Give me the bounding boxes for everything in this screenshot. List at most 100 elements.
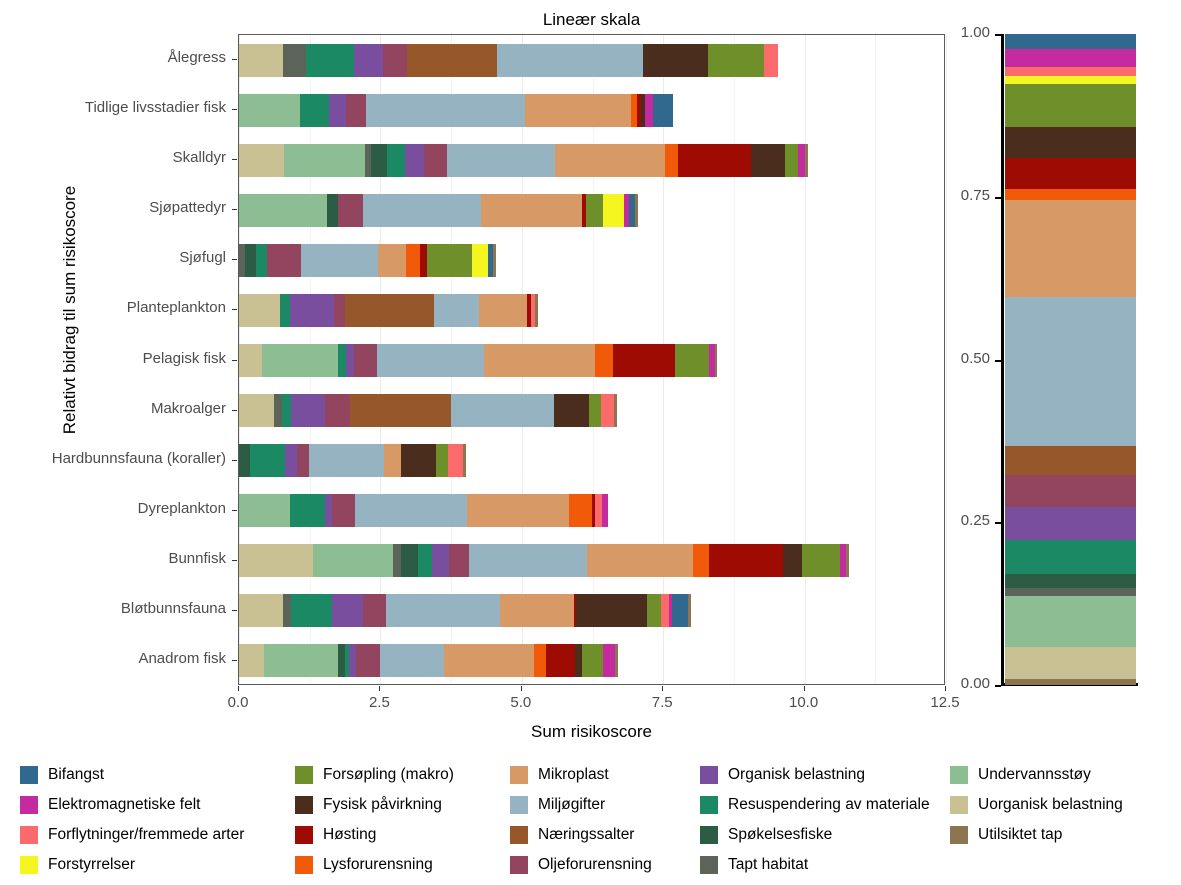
- legend-item[interactable]: Oljeforurensning: [510, 850, 700, 880]
- bar-segment[interactable]: [239, 193, 328, 227]
- legend-item[interactable]: Forflytninger/fremmede arter: [20, 820, 295, 850]
- legend-item[interactable]: Tapt habitat: [700, 850, 950, 880]
- bar-segment[interactable]: [350, 394, 452, 428]
- bar-segment[interactable]: [239, 494, 290, 528]
- bar-segment[interactable]: [349, 644, 357, 678]
- relative-stack-segment[interactable]: [1005, 126, 1136, 158]
- bar-segment[interactable]: [420, 243, 428, 277]
- legend-item[interactable]: Uorganisk belastning: [950, 790, 1165, 820]
- bar-segment[interactable]: [484, 343, 595, 378]
- bar-segment[interactable]: [356, 644, 380, 678]
- stacked-bar-row[interactable]: [239, 193, 944, 227]
- bar-segment[interactable]: [525, 93, 632, 127]
- bar-segment[interactable]: [714, 343, 718, 378]
- bar-segment[interactable]: [250, 444, 286, 478]
- bar-segment[interactable]: [601, 394, 614, 428]
- stacked-bar-row[interactable]: [239, 644, 944, 678]
- bar-segment[interactable]: [595, 494, 603, 528]
- bar-segment[interactable]: [363, 193, 482, 227]
- legend-item[interactable]: Mikroplast: [510, 760, 700, 790]
- bar-segment[interactable]: [447, 143, 555, 177]
- bar-segment[interactable]: [602, 494, 608, 528]
- bar-segment[interactable]: [798, 143, 806, 177]
- bar-segment[interactable]: [239, 444, 251, 478]
- bar-segment[interactable]: [603, 193, 624, 227]
- relative-stack-segment[interactable]: [1005, 189, 1136, 201]
- bar-segment[interactable]: [652, 93, 674, 127]
- relative-stack-segment[interactable]: [1005, 540, 1136, 575]
- relative-stack-segment[interactable]: [1005, 574, 1136, 588]
- bar-segment[interactable]: [613, 394, 617, 428]
- bar-segment[interactable]: [462, 444, 466, 478]
- legend-item[interactable]: Organisk belastning: [700, 760, 950, 790]
- legend-item[interactable]: Resuspendering av materiale: [700, 790, 950, 820]
- bar-segment[interactable]: [615, 644, 618, 678]
- legend-item[interactable]: Forstyrrelser: [20, 850, 295, 880]
- bar-segment[interactable]: [283, 43, 306, 77]
- legend-item[interactable]: Forsøpling (makro): [295, 760, 510, 790]
- bar-segment[interactable]: [500, 594, 574, 628]
- bar-segment[interactable]: [449, 544, 469, 578]
- bar-segment[interactable]: [309, 444, 384, 478]
- relative-stack-segment[interactable]: [1005, 679, 1136, 685]
- relative-stack-segment[interactable]: [1005, 157, 1136, 190]
- bar-segment[interactable]: [301, 243, 378, 277]
- bar-segment[interactable]: [354, 343, 377, 378]
- bar-segment[interactable]: [400, 544, 418, 578]
- bar-segment[interactable]: [660, 594, 669, 628]
- relative-stack-segment[interactable]: [1005, 647, 1136, 680]
- bar-segment[interactable]: [478, 293, 528, 327]
- bar-segment[interactable]: [805, 143, 808, 177]
- legend-item[interactable]: Utilsiktet tap: [950, 820, 1165, 850]
- bar-segment[interactable]: [363, 594, 387, 628]
- bar-segment[interactable]: [337, 343, 346, 378]
- bar-segment[interactable]: [345, 343, 355, 378]
- bar-segment[interactable]: [239, 644, 265, 678]
- bar-segment[interactable]: [472, 243, 489, 277]
- bar-segment[interactable]: [707, 43, 765, 77]
- bar-segment[interactable]: [750, 143, 785, 177]
- stacked-bar-row[interactable]: [239, 43, 944, 77]
- relative-stack-segment[interactable]: [1005, 34, 1136, 49]
- bar-segment[interactable]: [283, 594, 292, 628]
- bar-segment[interactable]: [329, 93, 347, 127]
- bar-segment[interactable]: [468, 544, 588, 578]
- relative-stack-segment[interactable]: [1005, 475, 1136, 508]
- bar-segment[interactable]: [289, 494, 325, 528]
- stacked-bar-row[interactable]: [239, 594, 944, 628]
- stacked-bar-row[interactable]: [239, 494, 944, 528]
- bar-segment[interactable]: [285, 444, 297, 478]
- bar-segment[interactable]: [353, 43, 384, 77]
- bar-segment[interactable]: [334, 293, 346, 327]
- bar-segment[interactable]: [387, 143, 406, 177]
- bar-segment[interactable]: [327, 193, 338, 227]
- bar-segment[interactable]: [678, 143, 751, 177]
- bar-segment[interactable]: [602, 644, 616, 678]
- bar-segment[interactable]: [764, 43, 779, 77]
- bar-segment[interactable]: [634, 193, 638, 227]
- legend-item[interactable]: Høsting: [295, 820, 510, 850]
- bar-segment[interactable]: [467, 494, 570, 528]
- bar-segment[interactable]: [291, 594, 332, 628]
- bar-segment[interactable]: [554, 143, 665, 177]
- bar-segment[interactable]: [261, 343, 338, 378]
- bar-segment[interactable]: [587, 544, 693, 578]
- legend-item[interactable]: Fysisk påvirkning: [295, 790, 510, 820]
- bar-segment[interactable]: [296, 444, 310, 478]
- bar-segment[interactable]: [433, 293, 479, 327]
- bar-segment[interactable]: [497, 43, 644, 77]
- bar-segment[interactable]: [239, 293, 280, 327]
- bar-segment[interactable]: [281, 394, 292, 428]
- bar-segment[interactable]: [274, 394, 282, 428]
- bar-segment[interactable]: [586, 193, 604, 227]
- bar-segment[interactable]: [784, 143, 799, 177]
- bar-segment[interactable]: [376, 343, 485, 378]
- bar-segment[interactable]: [435, 444, 449, 478]
- bar-segment[interactable]: [417, 544, 433, 578]
- bar-segment[interactable]: [782, 544, 803, 578]
- bar-segment[interactable]: [424, 143, 448, 177]
- bar-segment[interactable]: [709, 544, 783, 578]
- stacked-bar-row[interactable]: [239, 544, 944, 578]
- bar-segment[interactable]: [643, 43, 708, 77]
- legend-item[interactable]: Lysforurensning: [295, 850, 510, 880]
